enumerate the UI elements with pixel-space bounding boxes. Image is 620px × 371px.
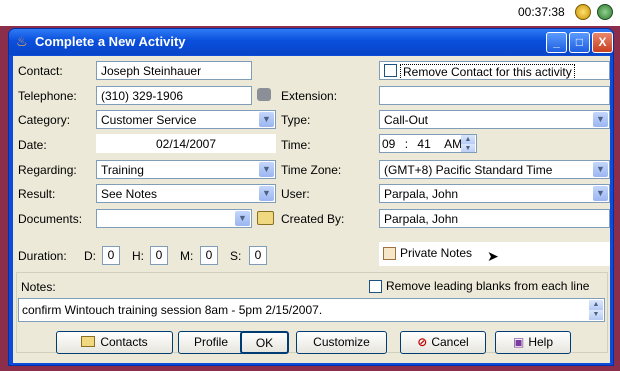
documents-select[interactable]: ▼	[96, 209, 252, 228]
chevron-down-icon[interactable]: ▼	[593, 186, 608, 201]
telephone-field[interactable]: (310) 329-1906	[96, 86, 252, 105]
cancel-button[interactable]: ⊘ Cancel	[400, 331, 486, 354]
update-icon[interactable]	[575, 4, 591, 20]
duration-label: Duration:	[18, 249, 67, 263]
chevron-down-icon[interactable]: ▼	[235, 211, 250, 226]
category-value: Customer Service	[101, 113, 197, 127]
duration-seconds-field[interactable]: 0	[249, 246, 267, 265]
chevron-down-icon[interactable]: ▼	[259, 112, 274, 127]
duration-hours-label: H:	[132, 249, 144, 263]
contacts-button-label: Contacts	[100, 335, 148, 349]
profile-button[interactable]: Profile	[178, 331, 244, 354]
scroll-down-icon[interactable]: ▼	[589, 310, 603, 320]
duration-minutes-label: M:	[180, 249, 194, 263]
remove-contact-checkbox[interactable]	[384, 64, 397, 77]
private-notes-box[interactable]: Private Notes ➤	[379, 242, 610, 266]
scroll-up-icon[interactable]: ▲	[589, 300, 603, 310]
timezone-value: (GMT+8) Pacific Standard Time	[384, 163, 553, 177]
time-separator: :	[404, 137, 409, 151]
ok-button[interactable]: OK	[240, 331, 289, 354]
customize-button[interactable]: Customize	[296, 331, 387, 354]
documents-label: Documents:	[18, 212, 83, 226]
cancel-button-label: Cancel	[431, 335, 469, 349]
contacts-button[interactable]: Contacts	[56, 331, 173, 354]
date-field[interactable]: 02/14/2007	[96, 134, 276, 153]
time-ampm[interactable]: AM	[444, 137, 462, 151]
type-value: Call-Out	[384, 113, 429, 127]
dialog-body: Contact: Joseph Steinhauer Remove Contac…	[13, 56, 610, 363]
duration-days-label: D:	[84, 249, 96, 263]
private-notes-label[interactable]: Private Notes	[400, 246, 472, 260]
result-select[interactable]: See Notes ▼	[96, 184, 276, 203]
notes-label: Notes:	[21, 280, 56, 294]
notes-textarea[interactable]: confirm Wintouch training session 8am - …	[18, 298, 605, 322]
taskbar: 00:37:38	[0, 0, 620, 26]
time-hour[interactable]: 09	[382, 137, 395, 151]
help-book-icon: ▣	[512, 335, 525, 349]
phone-dial-icon[interactable]	[257, 88, 271, 101]
extension-field[interactable]	[379, 86, 610, 105]
regarding-select[interactable]: Training ▼	[96, 160, 276, 179]
folder-icon	[81, 336, 96, 347]
open-folder-icon[interactable]	[257, 211, 274, 225]
network-gear-icon[interactable]	[597, 4, 613, 20]
category-select[interactable]: Customer Service ▼	[96, 110, 276, 129]
remove-contact-box[interactable]: Remove Contact for this activity	[379, 61, 610, 80]
contact-label: Contact:	[18, 64, 63, 78]
created-by-field: Parpala, John	[379, 209, 610, 228]
user-label: User:	[281, 187, 310, 201]
spin-down-icon[interactable]: ▼	[461, 144, 475, 152]
time-field[interactable]: 09 : 41 AM ▲ ▼	[379, 134, 477, 153]
java-cup-icon: ♨	[16, 34, 28, 49]
cancel-icon: ⊘	[417, 335, 428, 349]
help-button[interactable]: ▣ Help	[495, 331, 571, 354]
mouse-cursor-icon: ➤	[487, 248, 499, 264]
category-label: Category:	[18, 113, 71, 127]
window-title: Complete a New Activity	[35, 34, 186, 49]
private-notes-checkbox[interactable]	[383, 247, 396, 260]
user-select[interactable]: Parpala, John ▼	[379, 184, 610, 203]
activity-dialog: ♨ Complete a New Activity _ □ X Contact:…	[8, 28, 614, 366]
type-label: Type:	[281, 113, 311, 127]
chevron-down-icon[interactable]: ▼	[259, 162, 274, 177]
timezone-label: Time Zone:	[281, 163, 342, 177]
contact-field[interactable]: Joseph Steinhauer	[96, 61, 252, 80]
minimize-button[interactable]: _	[546, 32, 567, 53]
extension-label: Extension:	[281, 89, 338, 103]
type-select[interactable]: Call-Out ▼	[379, 110, 610, 129]
telephone-label: Telephone:	[18, 89, 77, 103]
chevron-down-icon[interactable]: ▼	[259, 186, 274, 201]
title-bar[interactable]: ♨ Complete a New Activity _ □ X	[9, 29, 613, 55]
date-label: Date:	[18, 138, 47, 152]
remove-contact-label[interactable]: Remove Contact for this activity	[400, 64, 575, 79]
regarding-label: Regarding:	[18, 163, 77, 177]
close-button[interactable]: X	[592, 32, 613, 53]
regarding-value: Training	[101, 163, 144, 177]
created-by-label: Created By:	[281, 212, 345, 226]
remove-blanks-label[interactable]: Remove leading blanks from each line	[386, 279, 589, 293]
notes-text[interactable]: confirm Wintouch training session 8am - …	[22, 303, 322, 317]
duration-hours-field[interactable]: 0	[150, 246, 168, 265]
timezone-select[interactable]: (GMT+8) Pacific Standard Time ▼	[379, 160, 610, 179]
time-label: Time:	[281, 138, 311, 152]
chevron-down-icon[interactable]: ▼	[593, 112, 608, 127]
duration-minutes-field[interactable]: 0	[200, 246, 218, 265]
result-label: Result:	[18, 187, 56, 201]
time-minute[interactable]: 41	[417, 137, 430, 151]
user-value: Parpala, John	[384, 187, 459, 201]
duration-days-field[interactable]: 0	[102, 246, 120, 265]
clock: 00:37:38	[518, 5, 565, 19]
duration-seconds-label: S:	[230, 249, 242, 263]
result-value: See Notes	[101, 187, 158, 201]
chevron-down-icon[interactable]: ▼	[593, 162, 608, 177]
help-button-label: Help	[528, 335, 554, 349]
remove-blanks-checkbox[interactable]	[369, 280, 382, 293]
maximize-button[interactable]: □	[569, 32, 590, 53]
